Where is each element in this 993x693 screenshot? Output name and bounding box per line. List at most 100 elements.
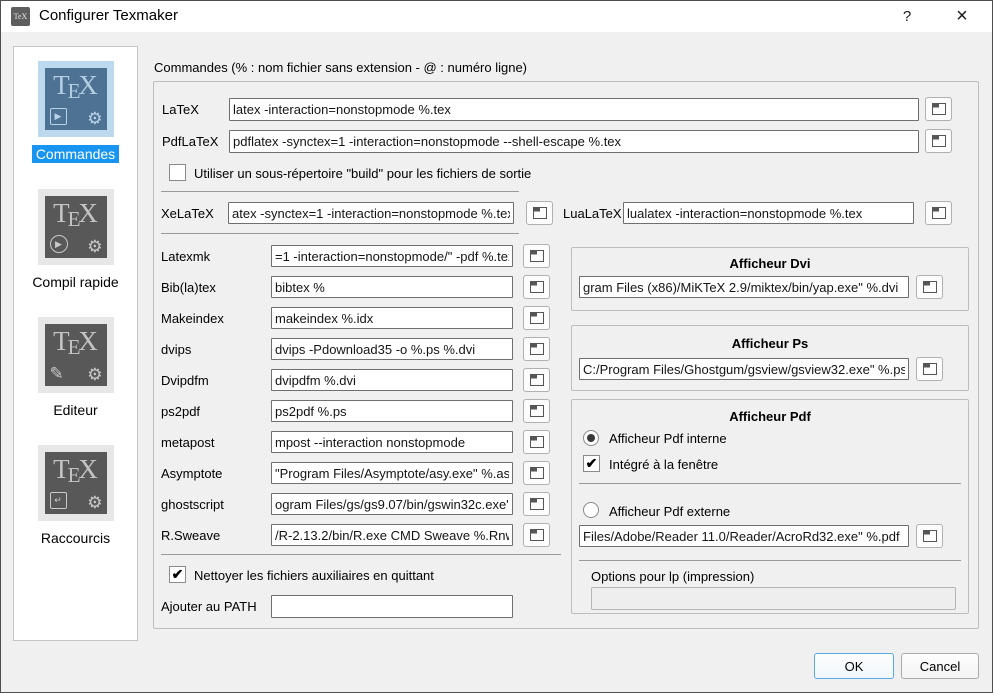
bibtex-browse-button[interactable]	[523, 275, 550, 299]
xelatex-label: XeLaTeX	[161, 206, 214, 221]
dvi-viewer-input[interactable]	[579, 276, 909, 298]
pdf-internal-radio[interactable]	[583, 430, 599, 446]
folder-icon	[923, 530, 937, 542]
ps2pdf-browse-button[interactable]	[523, 399, 550, 423]
dvi-viewer-browse-button[interactable]	[916, 275, 943, 299]
lualatex-command-input[interactable]	[623, 202, 914, 224]
play-icon: ▶	[50, 108, 67, 125]
asymptote-browse-button[interactable]	[523, 461, 550, 485]
build-subdir-label: Utiliser un sous-répertoire "build" pour…	[194, 166, 531, 181]
help-button[interactable]: ?	[883, 1, 931, 32]
dvips-label: dvips	[161, 342, 191, 357]
makeindex-label: Makeindex	[161, 311, 224, 326]
lualatex-browse-button[interactable]	[925, 201, 952, 225]
pdf-embedded-checkbox[interactable]: ✔	[583, 455, 600, 472]
separator	[579, 560, 961, 561]
quick-build-icon: ▶	[50, 235, 68, 253]
folder-icon	[530, 467, 544, 479]
pdf-external-radio[interactable]	[583, 502, 599, 518]
pdf-external-browse-button[interactable]	[916, 524, 943, 548]
ghostscript-command-input[interactable]	[271, 493, 513, 515]
sidebar-item-raccourcis[interactable]: TEX ↵ ⚙ Raccourcis	[14, 445, 137, 547]
rsweave-command-input[interactable]	[271, 524, 513, 546]
dvipdfm-command-input[interactable]	[271, 369, 513, 391]
raccourcis-icon: TEX ↵ ⚙	[38, 445, 114, 521]
editeur-icon: TEX ✎ ⚙	[38, 317, 114, 393]
separator	[161, 191, 519, 192]
folder-icon	[530, 281, 544, 293]
gear-icon: ⚙	[87, 494, 102, 511]
pdf-viewer-title: Afficheur Pdf	[572, 409, 968, 424]
dvipdfm-browse-button[interactable]	[523, 368, 550, 392]
pdflatex-label: PdfLaTeX	[162, 134, 218, 149]
commandes-icon: TEX ▶ ⚙	[38, 61, 114, 137]
ps-viewer-input[interactable]	[579, 358, 909, 380]
rsweave-browse-button[interactable]	[523, 523, 550, 547]
asymptote-command-input[interactable]	[271, 462, 513, 484]
bibtex-command-input[interactable]	[271, 276, 513, 298]
metapost-command-input[interactable]	[271, 431, 513, 453]
latexmk-command-input[interactable]	[271, 245, 513, 267]
sidebar-item-compil-rapide[interactable]: TEX ▶ ⚙ Compil rapide	[14, 189, 137, 291]
ghostscript-label: ghostscript	[161, 497, 224, 512]
build-subdir-checkbox[interactable]	[169, 164, 186, 181]
tex-logo-icon: TEX	[45, 326, 107, 357]
ok-button[interactable]: OK	[814, 653, 894, 679]
settings-sidebar: TEX ▶ ⚙ Commandes TEX ▶ ⚙ Compil rapide …	[13, 46, 138, 641]
lp-options-input	[591, 587, 956, 610]
cleanup-aux-checkbox[interactable]: ✔	[169, 566, 186, 583]
title-bar: TeX Configurer Texmaker ? ×	[1, 1, 992, 32]
xelatex-command-input[interactable]	[228, 202, 514, 224]
metapost-browse-button[interactable]	[523, 430, 550, 454]
folder-icon	[530, 250, 544, 262]
gear-icon: ⚙	[87, 366, 102, 383]
folder-icon	[530, 405, 544, 417]
separator	[579, 483, 961, 484]
bibtex-label: Bib(la)tex	[161, 280, 216, 295]
close-button[interactable]: ×	[937, 1, 987, 32]
separator	[161, 233, 519, 234]
cancel-button[interactable]: Cancel	[901, 653, 979, 679]
pdflatex-command-input[interactable]	[229, 130, 919, 153]
latexmk-browse-button[interactable]	[523, 244, 550, 268]
sidebar-item-label: Commandes	[32, 145, 119, 163]
folder-icon	[530, 529, 544, 541]
makeindex-browse-button[interactable]	[523, 306, 550, 330]
lualatex-label: LuaLaTeX	[563, 206, 622, 221]
texmaker-app-icon: TeX	[11, 7, 30, 26]
cleanup-aux-label: Nettoyer les fichiers auxiliaires en qui…	[194, 568, 434, 583]
pdflatex-browse-button[interactable]	[925, 129, 952, 153]
rsweave-label: R.Sweave	[161, 528, 220, 543]
latex-browse-button[interactable]	[925, 97, 952, 121]
asymptote-label: Asymptote	[161, 466, 222, 481]
latex-command-input[interactable]	[229, 98, 919, 121]
sidebar-item-label: Raccourcis	[37, 529, 114, 547]
makeindex-command-input[interactable]	[271, 307, 513, 329]
folder-icon	[530, 312, 544, 324]
dvips-browse-button[interactable]	[523, 337, 550, 361]
folder-icon	[533, 207, 547, 219]
xelatex-browse-button[interactable]	[526, 201, 553, 225]
sidebar-item-editeur[interactable]: TEX ✎ ⚙ Editeur	[14, 317, 137, 419]
pdf-embedded-label: Intégré à la fenêtre	[609, 457, 718, 472]
gear-icon: ⚙	[87, 110, 102, 127]
dvi-viewer-title: Afficheur Dvi	[572, 256, 968, 271]
ghostscript-browse-button[interactable]	[523, 492, 550, 516]
pdf-internal-label: Afficheur Pdf interne	[609, 431, 727, 446]
add-to-path-label: Ajouter au PATH	[161, 599, 257, 614]
dvips-command-input[interactable]	[271, 338, 513, 360]
dvipdfm-label: Dvipdfm	[161, 373, 209, 388]
lp-options-label: Options pour lp (impression)	[591, 569, 754, 584]
pdf-external-input[interactable]	[579, 525, 909, 547]
window-title: Configurer Texmaker	[39, 7, 178, 24]
tex-logo-icon: TEX	[45, 70, 107, 101]
sidebar-item-commandes[interactable]: TEX ▶ ⚙ Commandes	[14, 61, 137, 163]
ps-viewer-title: Afficheur Ps	[572, 336, 968, 351]
folder-icon	[923, 281, 937, 293]
add-to-path-input[interactable]	[271, 595, 513, 618]
ps2pdf-command-input[interactable]	[271, 400, 513, 422]
folder-icon	[530, 498, 544, 510]
folder-icon	[530, 374, 544, 386]
sidebar-item-label: Compil rapide	[28, 273, 122, 291]
ps-viewer-browse-button[interactable]	[916, 357, 943, 381]
